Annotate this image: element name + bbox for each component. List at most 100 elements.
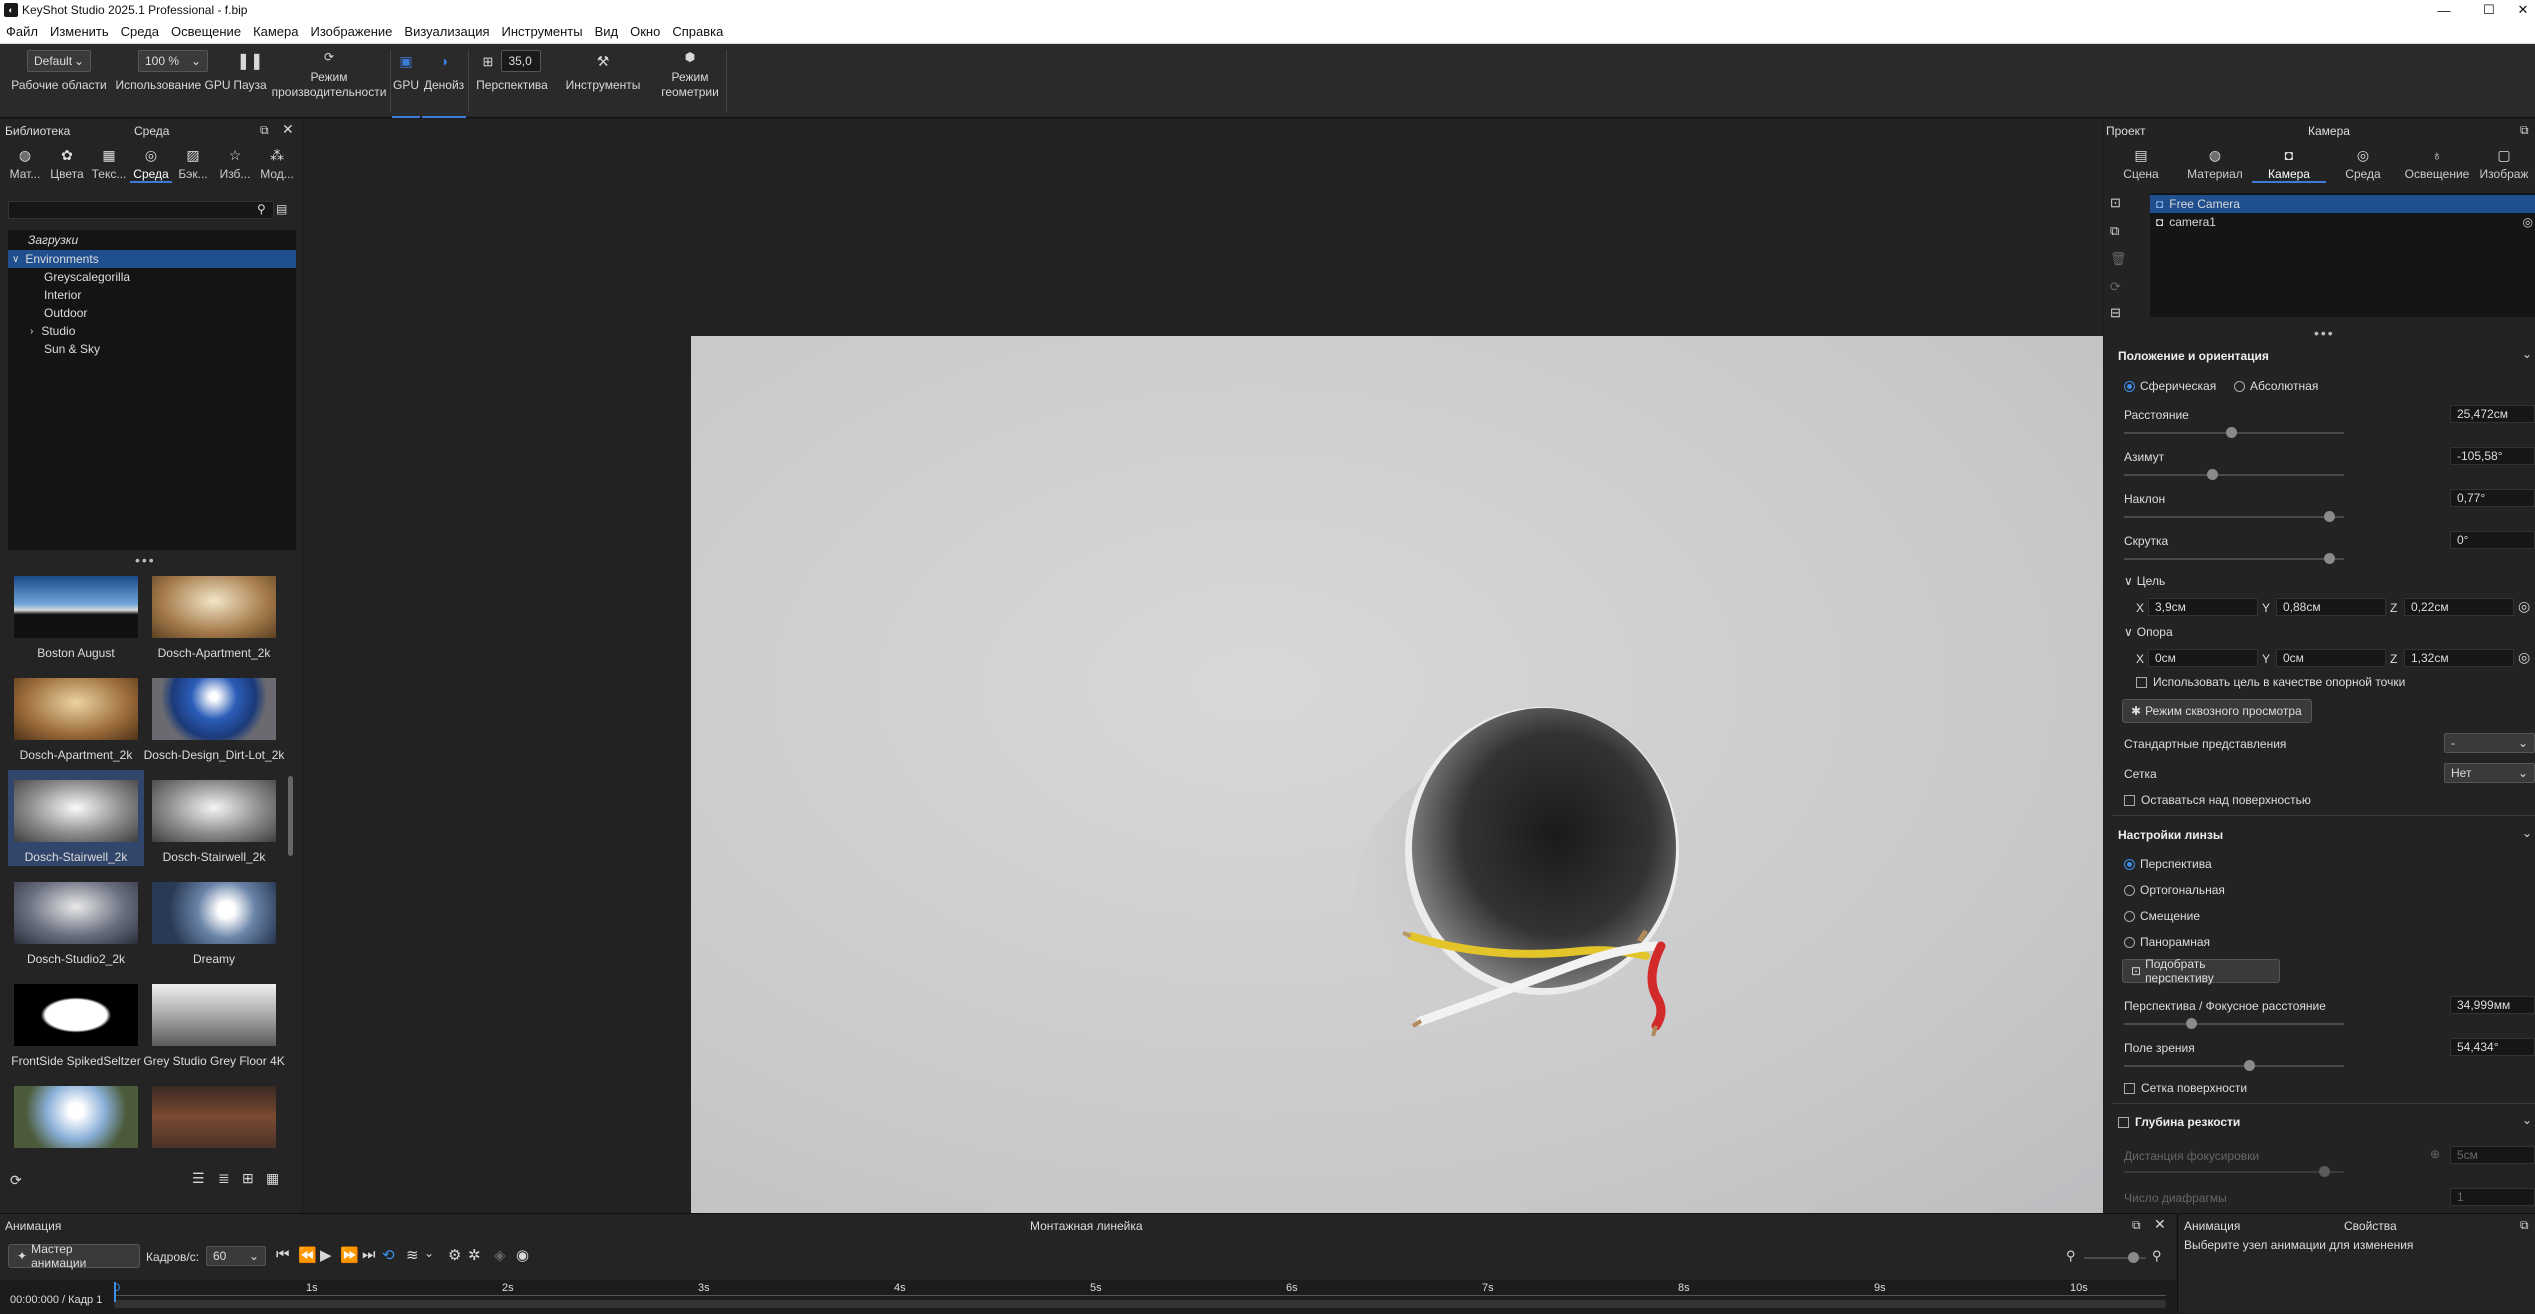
- undock-icon[interactable]: ⧉: [260, 123, 269, 138]
- dof-section-header[interactable]: Глубина резкости: [2118, 1115, 2240, 1129]
- tab-image[interactable]: ▢ Изображ: [2474, 143, 2534, 183]
- close-panel-icon[interactable]: ✕: [2154, 1216, 2166, 1233]
- small-grid-icon[interactable]: ⊞: [242, 1170, 254, 1187]
- menu-help[interactable]: Справка: [672, 24, 723, 39]
- tab-environments[interactable]: ◎ Среда: [130, 143, 172, 183]
- detail-view-icon[interactable]: ≣: [218, 1170, 230, 1187]
- duplicate-camera-icon[interactable]: ⧉: [2110, 223, 2119, 239]
- menu-lighting[interactable]: Освещение: [171, 24, 241, 39]
- splitter-handle[interactable]: •••: [2314, 325, 2335, 341]
- go-start-icon[interactable]: ⏮: [276, 1246, 290, 1263]
- timeline-zoom-slider[interactable]: [2084, 1252, 2146, 1263]
- undock-icon[interactable]: ⧉: [2520, 123, 2529, 138]
- thumb-partial-2[interactable]: [146, 1076, 282, 1152]
- timeline-track[interactable]: 00:00:000 / Кадр 1 0 1s 2s 3s 4s 5s 6s 7…: [0, 1280, 2176, 1314]
- tab-scene[interactable]: ▤ Сцена: [2104, 143, 2178, 183]
- fov-slider[interactable]: [2124, 1060, 2344, 1071]
- thumb-grey-studio-grey-floor[interactable]: Grey Studio Grey Floor 4K: [143, 974, 285, 1070]
- chevron-down-icon[interactable]: ⌄: [2522, 347, 2532, 361]
- thumb-dosch-apartment-1[interactable]: Dosch-Apartment_2k: [146, 566, 282, 662]
- tab-lighting[interactable]: ♁ Освещение: [2400, 143, 2474, 183]
- thumb-partial-1[interactable]: [8, 1076, 144, 1152]
- reset-icon[interactable]: ⟳: [2110, 279, 2121, 295]
- workspace-select[interactable]: Default ⌄: [27, 50, 91, 72]
- chevron-down-icon[interactable]: ⌄: [2522, 1113, 2532, 1127]
- large-grid-icon[interactable]: ▦: [266, 1170, 279, 1187]
- fov-field[interactable]: 54,434°: [2450, 1038, 2535, 1056]
- focal-length-field[interactable]: 34,999мм: [2450, 996, 2535, 1014]
- focus-distance-field[interactable]: 5см: [2450, 1146, 2535, 1164]
- library-search-input[interactable]: [8, 201, 274, 219]
- tab-camera[interactable]: ◘ Камера: [2252, 143, 2326, 183]
- standard-views-select[interactable]: - ⌄: [2444, 733, 2535, 753]
- tab-material[interactable]: ◍ Материал: [2178, 143, 2252, 183]
- maximize-icon[interactable]: ☐: [2466, 0, 2512, 20]
- position-section-header[interactable]: Положение и ориентация: [2118, 349, 2269, 363]
- twist-field[interactable]: 0°: [2450, 531, 2535, 549]
- undock-icon[interactable]: ⧉: [2520, 1218, 2529, 1233]
- tree-item-environments[interactable]: ∨ Environments: [8, 250, 296, 268]
- tree-item-downloads[interactable]: Загрузки: [8, 230, 296, 250]
- folder-icon[interactable]: ▤: [276, 202, 287, 216]
- target-pick-icon[interactable]: ◎: [2518, 598, 2530, 615]
- tree-item-outdoor[interactable]: Outdoor: [8, 304, 296, 322]
- thumb-dosch-apartment-2[interactable]: Dosch-Apartment_2k: [8, 668, 144, 764]
- playhead[interactable]: [114, 1282, 116, 1302]
- lens-section-header[interactable]: Настройки линзы: [2118, 828, 2223, 842]
- distance-slider[interactable]: [2124, 427, 2344, 438]
- save-view-icon[interactable]: ⊟: [2110, 305, 2121, 321]
- step-forward-icon[interactable]: ⏩: [340, 1246, 359, 1264]
- lens-panoramic-radio[interactable]: Панорамная: [2124, 935, 2210, 949]
- tree-item-interior[interactable]: Interior: [8, 286, 296, 304]
- target-y-field[interactable]: 0,88см: [2276, 598, 2386, 616]
- camera-item-free[interactable]: ◘ Free Camera: [2150, 195, 2535, 213]
- tree-item-sun-sky[interactable]: Sun & Sky: [8, 340, 296, 358]
- refresh-icon[interactable]: ⟳: [10, 1172, 22, 1189]
- tools-button[interactable]: ⚒ Инструменты: [560, 44, 646, 118]
- tab-backplates[interactable]: ▨ Бэк...: [172, 143, 214, 183]
- pivot-pick-icon[interactable]: ◎: [2518, 649, 2530, 666]
- close-icon[interactable]: ✕: [2511, 0, 2535, 20]
- tree-item-studio[interactable]: › Studio: [8, 322, 296, 340]
- gpu-toggle[interactable]: ▣ GPU: [392, 44, 420, 118]
- tab-textures[interactable]: ▦ Текс...: [88, 143, 130, 183]
- camera-item-camera1[interactable]: ◘ camera1 ◎: [2150, 213, 2535, 231]
- thumb-dosch-stairwell[interactable]: Dosch-Stairwell_2k: [146, 770, 282, 866]
- denoise-toggle[interactable]: ◑ Денойз: [422, 44, 466, 118]
- target-icon[interactable]: ◎: [2523, 215, 2533, 229]
- zoom-in-icon[interactable]: ⚲: [2152, 1248, 2162, 1264]
- menu-tools[interactable]: Инструменты: [502, 24, 583, 39]
- focus-pick-icon[interactable]: ⊕: [2430, 1147, 2440, 1161]
- thumb-dosch-stairwell-selected[interactable]: Dosch-Stairwell_2k: [8, 770, 144, 866]
- thumb-dosch-studio2[interactable]: Dosch-Studio2_2k: [8, 872, 144, 968]
- twist-slider[interactable]: [2124, 553, 2344, 564]
- record-icon[interactable]: ◉: [516, 1246, 529, 1264]
- thumb-boston-august[interactable]: Boston August: [8, 566, 144, 662]
- thumb-dreamy[interactable]: Dreamy: [146, 872, 282, 968]
- geometry-mode-button[interactable]: ⬢ Режим геометрии: [652, 44, 728, 118]
- tab-environment[interactable]: ◎ Среда: [2326, 143, 2400, 183]
- absolute-radio[interactable]: Абсолютная: [2234, 379, 2318, 393]
- target-x-field[interactable]: 3,9см: [2148, 598, 2258, 616]
- focus-distance-slider[interactable]: [2124, 1166, 2344, 1177]
- lens-shift-radio[interactable]: Смещение: [2124, 909, 2200, 923]
- search-icon[interactable]: ⚲: [257, 202, 266, 216]
- surface-grid-checkbox[interactable]: Сетка поверхности: [2124, 1081, 2247, 1095]
- menu-view[interactable]: Вид: [595, 24, 619, 39]
- performance-mode-button[interactable]: ⟳ Режим производительности: [270, 44, 388, 118]
- match-perspective-button[interactable]: ⊡ Подобрать перспективу: [2122, 957, 2280, 985]
- timeline-ruler[interactable]: 0 1s 2s 3s 4s 5s 6s 7s 8s 9s 10s: [114, 1282, 2166, 1296]
- camera-settings-icon[interactable]: ✲: [468, 1246, 481, 1264]
- tab-favorites[interactable]: ☆ Изб...: [214, 143, 256, 183]
- target-group-label[interactable]: ∨ Цель: [2124, 574, 2165, 588]
- pivot-y-field[interactable]: 0см: [2276, 649, 2386, 667]
- distance-field[interactable]: 25,472см: [2450, 405, 2535, 423]
- tab-colors[interactable]: ✿ Цвета: [46, 143, 88, 183]
- azimuth-field[interactable]: -105,58°: [2450, 447, 2535, 465]
- step-back-icon[interactable]: ⏪: [298, 1246, 317, 1264]
- menu-image[interactable]: Изображение: [311, 24, 393, 39]
- use-target-pivot-checkbox[interactable]: Использовать цель в качестве опорной точ…: [2136, 675, 2405, 689]
- incline-slider[interactable]: [2124, 511, 2344, 522]
- pivot-z-field[interactable]: 1,32см: [2404, 649, 2514, 667]
- menu-environment[interactable]: Среда: [121, 24, 159, 39]
